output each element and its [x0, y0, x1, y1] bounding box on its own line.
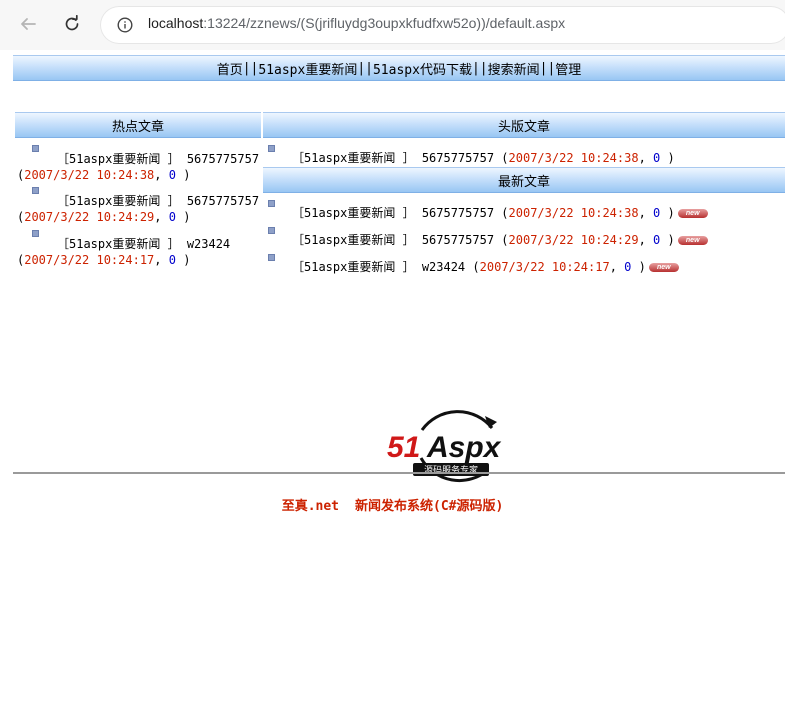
paren-open: ( [501, 151, 509, 165]
menu-separator: || [539, 60, 556, 76]
article-date: 2007/3/22 10:24:38 [508, 206, 639, 220]
paren-close: ) [175, 168, 191, 182]
bullet-icon [268, 145, 275, 152]
article-category[interactable]: ［51aspx重要新闻 ］ [292, 206, 415, 220]
footer-divider [13, 472, 785, 474]
url-path: :13224/zznews/(S(jrifluydg3oupxkfudfxw52… [203, 15, 566, 31]
page-content: 首页 || 51aspx重要新闻 || 51aspx代码下载 || 搜索新闻 |… [0, 50, 785, 723]
menu-code-download[interactable]: 51aspx代码下载 [373, 59, 472, 78]
comma: , [609, 260, 625, 274]
list-item[interactable]: ［51aspx重要新闻 ］ 5675775757 (2007/3/22 10:2… [266, 200, 708, 221]
new-badge-icon: new [648, 263, 679, 272]
article-category[interactable]: ［51aspx重要新闻 ］ [292, 151, 415, 165]
article-title[interactable]: 5675775757 [422, 151, 494, 165]
article-title[interactable]: w23424 [187, 237, 230, 251]
menu-separator: || [357, 60, 373, 76]
article-category[interactable]: ［51aspx重要新闻 ］ [57, 237, 180, 251]
new-badge-icon: new [677, 209, 708, 218]
paren-close: ) [660, 206, 675, 220]
article-category[interactable]: ［51aspx重要新闻 ］ [292, 233, 415, 247]
article-title[interactable]: 5675775757 [187, 152, 259, 166]
paren-close: ) [175, 210, 191, 224]
headline-articles-header: 头版文章 [263, 112, 785, 138]
footer-left: 至真.net [281, 499, 339, 514]
reload-button[interactable] [58, 10, 86, 38]
paren-open: ( [472, 260, 480, 274]
svg-text:51: 51 [387, 431, 420, 464]
article-title[interactable]: 5675775757 [187, 194, 259, 208]
51aspx-logo[interactable]: 51 Aspx 源码服务专家 [385, 400, 515, 492]
article-date: 2007/3/22 10:24:17 [479, 260, 610, 274]
comma: , [154, 253, 169, 267]
latest-articles-title: 最新文章 [497, 174, 550, 190]
reload-icon [65, 15, 79, 31]
list-item[interactable]: ［51aspx重要新闻 ］ w23424 (2007/3/22 10:24:17… [266, 254, 679, 275]
article-title[interactable]: 5675775757 [422, 233, 494, 247]
browser-toolbar: localhost:13224/zznews/(S(jrifluydg3oupx… [0, 0, 785, 50]
headline-articles-title: 头版文章 [497, 119, 550, 135]
article-category[interactable]: ［51aspx重要新闻 ］ [57, 152, 180, 166]
article-title[interactable]: 5675775757 [422, 206, 494, 220]
article-category[interactable]: ［51aspx重要新闻 ］ [57, 194, 180, 208]
back-button[interactable] [14, 10, 42, 38]
article-count: 0 [168, 168, 176, 182]
article-date: 2007/3/22 10:24:29 [24, 210, 155, 224]
menu-search-news[interactable]: 搜索新闻 [488, 59, 540, 78]
arrow-left-icon [21, 18, 36, 30]
paren-close: ) [631, 260, 646, 274]
comma: , [154, 210, 169, 224]
paren-close: ) [175, 253, 191, 267]
new-badge-icon: new [677, 236, 708, 245]
article-date: 2007/3/22 10:24:17 [24, 253, 155, 267]
article-title[interactable]: w23424 [422, 260, 465, 274]
article-date: 2007/3/22 10:24:38 [24, 168, 155, 182]
paren-close: ) [660, 233, 675, 247]
hot-articles-header: 热点文章 [15, 112, 261, 138]
article-category[interactable]: ［51aspx重要新闻 ］ [292, 260, 415, 274]
bullet-icon [268, 200, 275, 207]
article-count: 0 [168, 210, 176, 224]
bullet-icon [32, 145, 39, 152]
comma: , [638, 206, 654, 220]
top-menu: 首页 || 51aspx重要新闻 || 51aspx代码下载 || 搜索新闻 |… [13, 55, 785, 81]
url-host: localhost [148, 15, 204, 31]
list-item[interactable]: ［51aspx重要新闻 ］ 5675775757 (2007/3/22 10:2… [17, 187, 261, 225]
article-date: 2007/3/22 10:24:38 [508, 151, 639, 165]
menu-home[interactable]: 首页 [217, 59, 243, 78]
svg-text:Aspx: Aspx [426, 431, 502, 464]
list-item[interactable]: ［51aspx重要新闻 ］ w23424 (2007/3/22 10:24:17… [17, 230, 261, 268]
comma: , [154, 168, 169, 182]
list-item[interactable]: ［51aspx重要新闻 ］ 5675775757 (2007/3/22 10:2… [266, 145, 675, 166]
paren-close: ) [660, 151, 675, 165]
bullet-icon [32, 187, 39, 194]
latest-articles-header: 最新文章 [263, 167, 785, 193]
bullet-icon [268, 227, 275, 234]
menu-separator: || [471, 60, 488, 76]
article-date: 2007/3/22 10:24:29 [508, 233, 639, 247]
bullet-icon [268, 254, 275, 261]
paren-open: ( [501, 233, 509, 247]
paren-open: ( [501, 206, 509, 220]
menu-separator: || [242, 60, 259, 76]
comma: , [638, 151, 654, 165]
menu-admin[interactable]: 管理 [555, 59, 581, 78]
url-text[interactable]: localhost:13224/zznews/(S(jrifluydg3oupx… [148, 15, 565, 31]
comma: , [638, 233, 654, 247]
bullet-icon [32, 230, 39, 237]
list-item[interactable]: ［51aspx重要新闻 ］ 5675775757 (2007/3/22 10:2… [17, 145, 261, 183]
hot-articles-title: 热点文章 [111, 119, 164, 135]
list-item[interactable]: ［51aspx重要新闻 ］ 5675775757 (2007/3/22 10:2… [266, 227, 708, 248]
info-icon[interactable] [117, 17, 133, 33]
menu-important-news[interactable]: 51aspx重要新闻 [258, 59, 357, 78]
footer-right: 新闻发布系统(C#源码版) [355, 499, 504, 514]
article-count: 0 [168, 253, 176, 267]
logo-tagline: 源码服务专家 [424, 464, 478, 476]
footer: 至真.net 新闻发布系统(C#源码版) [0, 495, 785, 514]
